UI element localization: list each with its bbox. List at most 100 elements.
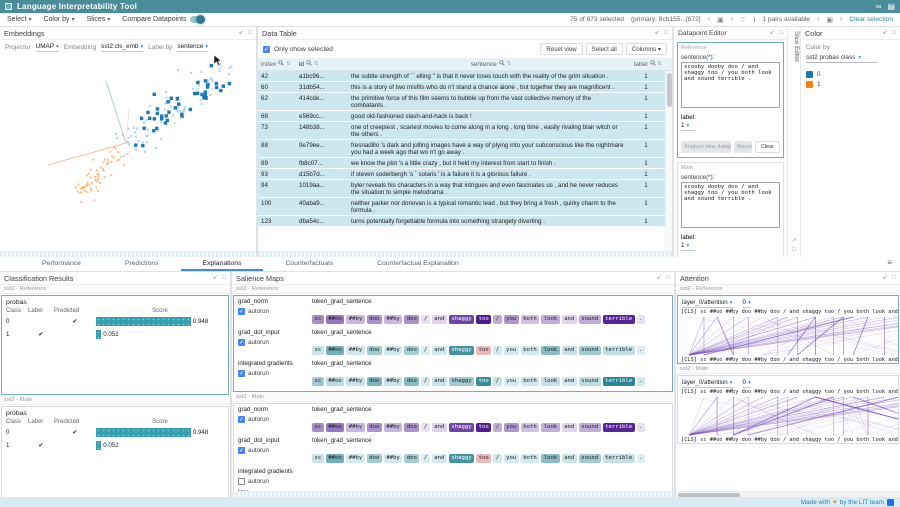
label-select[interactable]: 1▾: [681, 242, 695, 251]
salience-token-chip[interactable]: both: [521, 315, 539, 324]
salience-token-chip[interactable]: terrible: [603, 346, 635, 355]
minimize-icon[interactable]: ↙: [883, 30, 888, 37]
salience-token-chip[interactable]: /: [421, 346, 429, 355]
salience-token-chip[interactable]: and: [562, 423, 577, 432]
scatter-plot[interactable]: [0, 53, 254, 239]
salience-token-chip[interactable]: /: [493, 423, 501, 432]
maximize-icon[interactable]: □: [892, 275, 896, 282]
autorun-checkbox[interactable]: ✓: [238, 478, 245, 485]
salience-token-chip[interactable]: you: [504, 315, 519, 324]
salience-token-chip[interactable]: doo: [404, 315, 419, 324]
pair-select-icon[interactable]: ▣: [826, 16, 833, 24]
salience-token-chip[interactable]: ##oo: [326, 315, 344, 324]
salience-token-chip[interactable]: too: [476, 315, 491, 324]
salience-token-chip[interactable]: ##by: [346, 346, 364, 355]
prev-pair-icon[interactable]: ‹: [817, 16, 819, 23]
next-datapoint-icon[interactable]: ›: [731, 16, 733, 23]
salience-token-chip[interactable]: .: [637, 454, 645, 463]
table-row[interactable]: 10040aba9...neither parker nor donovan i…: [258, 198, 665, 216]
maximize-icon[interactable]: □: [666, 275, 670, 282]
salience-token-chip[interactable]: too: [476, 423, 491, 432]
minimize-icon[interactable]: ↙: [655, 30, 660, 37]
autorun-checkbox[interactable]: ✓: [238, 339, 245, 346]
prev-datapoint-icon[interactable]: ‹: [708, 16, 710, 23]
salience-token-chip[interactable]: sc: [312, 346, 324, 355]
menu-select[interactable]: Select▾: [7, 16, 31, 23]
salience-token-chip[interactable]: too: [476, 346, 491, 355]
tabbar-menu-icon[interactable]: ≡: [887, 258, 892, 267]
salience-token-chip[interactable]: /: [421, 423, 429, 432]
select-random-icon[interactable]: ▣: [717, 16, 724, 24]
head-select[interactable]: 0▾: [743, 379, 751, 388]
embeddings-scatter[interactable]: [0, 53, 256, 251]
slice-editor-collapsed[interactable]: Slice Editor ↗ □: [787, 27, 800, 257]
salience-token-chip[interactable]: look: [541, 423, 559, 432]
salience-token-chip[interactable]: doo: [367, 346, 382, 355]
salience-token-chip[interactable]: sc: [312, 377, 324, 386]
salience-token-chip[interactable]: ##oo: [326, 346, 344, 355]
sentence-textarea[interactable]: [681, 182, 780, 228]
autorun-checkbox[interactable]: ✓: [238, 447, 245, 454]
salience-token-chip[interactable]: /: [421, 454, 429, 463]
sort-icon[interactable]: ⇅: [314, 61, 319, 67]
salience-token-chip[interactable]: doo: [404, 346, 419, 355]
maximize-icon[interactable]: □: [664, 30, 668, 37]
sort-icon[interactable]: ⇅: [658, 61, 663, 67]
salience-token-chip[interactable]: ##oo: [326, 454, 344, 463]
minimize-icon[interactable]: ↙: [770, 30, 775, 37]
column-header-sentence[interactable]: sentence⇅: [348, 60, 634, 68]
tab-performance[interactable]: Performance: [20, 257, 103, 271]
table-vscrollbar[interactable]: [665, 71, 672, 251]
search-icon[interactable]: [499, 60, 505, 68]
maximize-icon[interactable]: □: [892, 30, 896, 37]
reset-button[interactable]: Reset: [734, 141, 751, 153]
salience-token-chip[interactable]: /: [421, 377, 429, 386]
salience-token-chip[interactable]: doo: [367, 423, 382, 432]
salience-token-chip[interactable]: and: [562, 315, 577, 324]
salience-token-chip[interactable]: /: [421, 315, 429, 324]
drag-handle-icon[interactable]: ≡: [448, 258, 453, 267]
table-row[interactable]: 123dba54c...turns potentially forgettabl…: [258, 216, 665, 227]
salience-token-chip[interactable]: ##by: [384, 315, 402, 324]
salience-token-chip[interactable]: ##by: [346, 423, 364, 432]
salience-token-chip[interactable]: and: [562, 454, 577, 463]
table-row[interactable]: 941019aa...byler reveals his characters …: [258, 180, 665, 198]
salience-token-chip[interactable]: doo: [404, 377, 419, 386]
salience-token-chip[interactable]: sound: [579, 423, 601, 432]
color-by-select[interactable]: sst2 probas class▾: [806, 54, 878, 63]
tab-counterfactuals[interactable]: Counterfactuals: [263, 257, 355, 271]
salience-token-chip[interactable]: and: [432, 454, 447, 463]
salience-token-chip[interactable]: sound: [579, 454, 601, 463]
salience-token-chip[interactable]: ##by: [384, 423, 402, 432]
table-row[interactable]: 93d15b7d...if steven soderbergh 's ` sol…: [258, 169, 665, 180]
salience-token-chip[interactable]: sound: [579, 346, 601, 355]
salience-token-chip[interactable]: /: [493, 315, 501, 324]
salience-token-chip[interactable]: look: [541, 315, 559, 324]
salience-token-chip[interactable]: doo: [367, 377, 382, 386]
salience-token-chip[interactable]: ##by: [384, 346, 402, 355]
salience-token-chip[interactable]: /: [493, 346, 501, 355]
salience-token-chip[interactable]: sound: [579, 377, 601, 386]
salience-token-chip[interactable]: terrible: [603, 377, 635, 386]
select-all-button[interactable]: Select all: [586, 43, 623, 55]
column-header-id[interactable]: id⇅: [296, 60, 348, 68]
next-pair-icon[interactable]: ›: [840, 16, 842, 23]
lit-flag-icon[interactable]: [887, 499, 894, 506]
reset-view-button[interactable]: Reset view: [540, 43, 582, 55]
share-link-icon[interactable]: ∞: [876, 3, 882, 11]
salience-token-chip[interactable]: you: [504, 454, 519, 463]
salience-token-chip[interactable]: .: [637, 315, 645, 324]
column-header-index[interactable]: index⇅: [258, 60, 296, 68]
salience-token-chip[interactable]: both: [521, 377, 539, 386]
expand-icon[interactable]: ↗: [788, 237, 800, 245]
salience-token-chip[interactable]: shaggy: [449, 377, 474, 386]
salience-token-chip[interactable]: and: [562, 346, 577, 355]
salience-token-chip[interactable]: /: [493, 454, 501, 463]
minimize-icon[interactable]: ↙: [239, 30, 244, 37]
search-icon[interactable]: [650, 60, 656, 68]
minimize-icon[interactable]: ↙: [213, 275, 218, 282]
salience-token-chip[interactable]: shaggy: [449, 315, 474, 324]
layer-select[interactable]: layer_0/attention▾: [682, 299, 733, 308]
salience-token-chip[interactable]: you: [504, 346, 519, 355]
salience-token-chip[interactable]: sc: [312, 315, 324, 324]
